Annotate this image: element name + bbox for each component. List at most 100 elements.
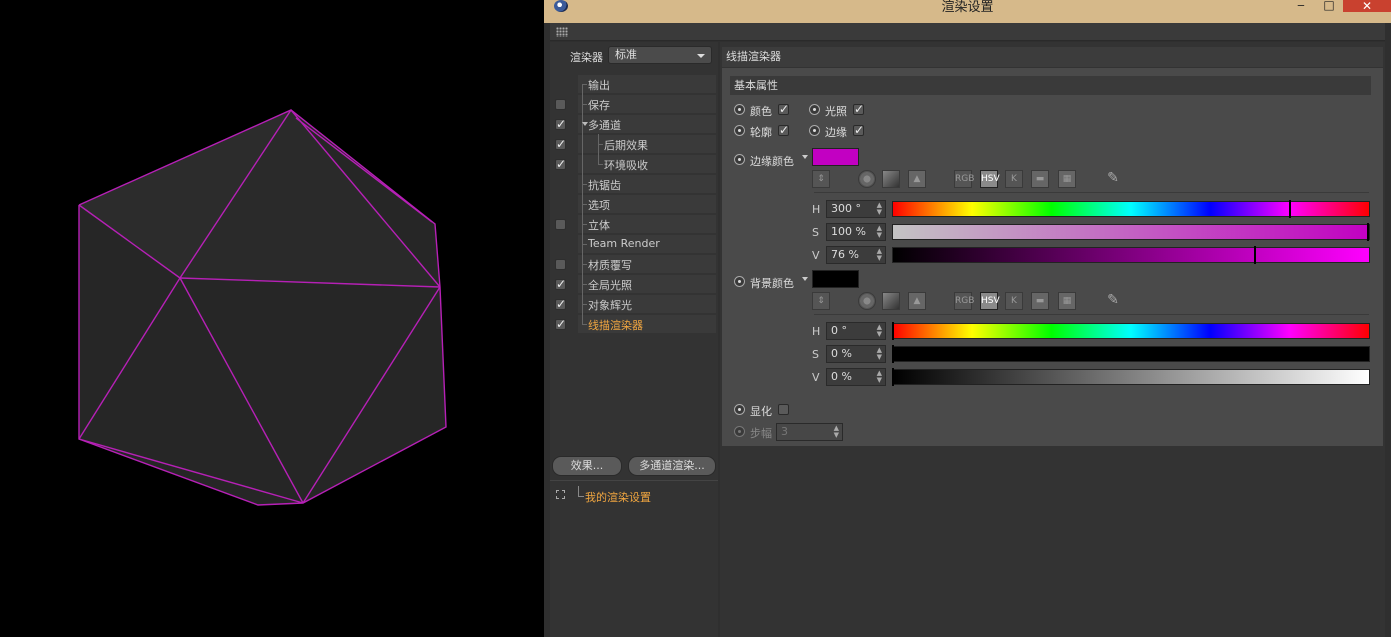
title-bar[interactable]: 渲染设置 ‒ □ ✕ [544,0,1391,23]
tree-item[interactable]: ✓ 对象辉光 [550,294,716,314]
outline-animate-radio[interactable] [734,125,745,136]
tree-item[interactable]: ✓ 环境吸收 [550,154,716,174]
spectrum-icon[interactable] [882,292,900,310]
grip-icon[interactable] [556,27,568,37]
slider-handle[interactable] [1254,246,1256,264]
multipass-render-button[interactable]: 多通道渲染... [628,456,716,476]
color-swatch[interactable] [812,148,859,166]
swatch-pick-icon[interactable]: ⇕ [812,170,830,188]
h-value-field[interactable]: 300 ° ▲ ▼ [826,200,886,218]
color-wheel-icon[interactable] [858,292,876,310]
tree-item[interactable]: Team Render [550,234,716,254]
steps-animate-radio[interactable] [734,426,745,437]
mode-kelvin-button[interactable]: K [1005,292,1023,310]
color-wheel-icon[interactable] [858,170,876,188]
swatch-pick-icon[interactable]: ⇕ [812,292,830,310]
chevron-down-icon[interactable] [802,277,808,281]
steps-field[interactable]: 3 ▲ ▼ [776,423,843,441]
illumination-checkbox[interactable]: ✓ [853,103,864,115]
edge-color-animate-radio[interactable] [734,154,745,165]
tree-item-checkbox[interactable]: ✓ [555,138,566,150]
v-channel-label: V [812,371,820,384]
minimize-button[interactable]: ‒ [1294,0,1308,12]
tree-item-checkbox[interactable]: ✓ [555,298,566,310]
tree-item[interactable]: ✓ 后期效果 [550,134,716,154]
bg-color-animate-radio[interactable] [734,276,745,287]
close-button[interactable]: ✕ [1343,0,1391,12]
h-channel-label: H [812,203,821,216]
tree-item[interactable]: ✓ 线描渲染器 [550,314,716,334]
mode-hsv-button[interactable]: HSV [980,170,1000,188]
color-mixer-icon[interactable]: ▬ [1031,170,1049,188]
effects-button[interactable]: 效果... [552,456,622,476]
tree-item[interactable]: 立体 [550,214,716,234]
tree-item-checkbox[interactable] [555,99,566,110]
v-slider[interactable] [892,246,1370,264]
tree-item[interactable]: ✓ 多通道 [550,114,716,134]
eyedropper-icon[interactable]: ✎ [1104,170,1122,188]
s-value-field[interactable]: 0 % ▲ ▼ [826,345,886,363]
v-value-field[interactable]: 76 % ▲ ▼ [826,246,886,264]
tree-item[interactable]: 抗锯齿 [550,174,716,194]
h-value: 0 ° [831,324,847,337]
tree-item[interactable]: 材质覆写 [550,254,716,274]
image-picker-icon[interactable]: ▲ [908,292,926,310]
color-swatch[interactable] [812,270,859,288]
tree-item-label: 线描渲染器 [588,319,643,332]
spectrum-icon[interactable] [882,170,900,188]
opacity-checkbox[interactable] [778,404,789,415]
swatches-grid-icon[interactable]: ▦ [1058,170,1076,188]
renderer-select[interactable]: 标准 [608,46,712,64]
tree-item-label: 保存 [588,99,610,112]
tree-item[interactable]: ✓ 全局光照 [550,274,716,294]
tree-item-label: 对象辉光 [588,299,632,312]
tree-item[interactable]: 保存 [550,94,716,114]
image-picker-icon[interactable]: ▲ [908,170,926,188]
slider-handle[interactable] [1367,223,1369,241]
s-slider[interactable] [892,223,1370,241]
edges-checkbox[interactable]: ✓ [853,124,864,136]
tree-item-checkbox[interactable] [555,259,566,270]
v-value: 0 % [831,370,852,383]
swatches-grid-icon[interactable]: ▦ [1058,292,1076,310]
slider-handle[interactable] [892,368,894,386]
tree-item[interactable]: 选项 [550,194,716,214]
color-mixer-icon[interactable]: ▬ [1031,292,1049,310]
tree-item-checkbox[interactable] [555,219,566,230]
mode-rgb-button[interactable]: RGB [954,170,974,188]
tree-item-checkbox[interactable]: ✓ [555,278,566,290]
color-checkbox[interactable]: ✓ [778,103,789,115]
v-value-field[interactable]: 0 % ▲ ▼ [826,368,886,386]
slider-handle[interactable] [1289,200,1291,218]
slider-handle[interactable] [892,345,894,363]
h-slider[interactable] [892,200,1370,218]
eyedropper-icon[interactable]: ✎ [1104,292,1122,310]
s-slider[interactable] [892,345,1370,363]
tree-item-checkbox[interactable]: ✓ [555,158,566,170]
maximize-button[interactable]: □ [1322,0,1336,12]
render-setting-item[interactable]: 我的渲染设置 [550,486,718,504]
opacity-animate-radio[interactable] [734,404,745,415]
illumination-animate-radio[interactable] [809,104,820,115]
divider [814,314,1369,315]
h-slider[interactable] [892,322,1370,340]
v-slider[interactable] [892,368,1370,386]
toolbar [550,23,1385,41]
h-value-field[interactable]: 0 ° ▲ ▼ [826,322,886,340]
tree-item-checkbox[interactable]: ✓ [555,118,566,130]
slider-handle[interactable] [892,322,894,340]
mode-rgb-button[interactable]: RGB [954,292,974,310]
chevron-down-icon[interactable] [802,155,808,159]
mode-hsv-button[interactable]: HSV [980,292,1000,310]
color-label: 颜色 [750,105,772,118]
viewport[interactable] [0,0,544,637]
basic-properties-header[interactable]: 基本属性 [730,76,1371,95]
edges-animate-radio[interactable] [809,125,820,136]
s-value-field[interactable]: 100 % ▲ ▼ [826,223,886,241]
outline-checkbox[interactable]: ✓ [778,124,789,136]
color-animate-radio[interactable] [734,104,745,115]
renderer-value: 标准 [615,48,637,61]
mode-kelvin-button[interactable]: K [1005,170,1023,188]
tree-item[interactable]: 输出 [550,74,716,104]
tree-item-checkbox[interactable]: ✓ [555,318,566,330]
